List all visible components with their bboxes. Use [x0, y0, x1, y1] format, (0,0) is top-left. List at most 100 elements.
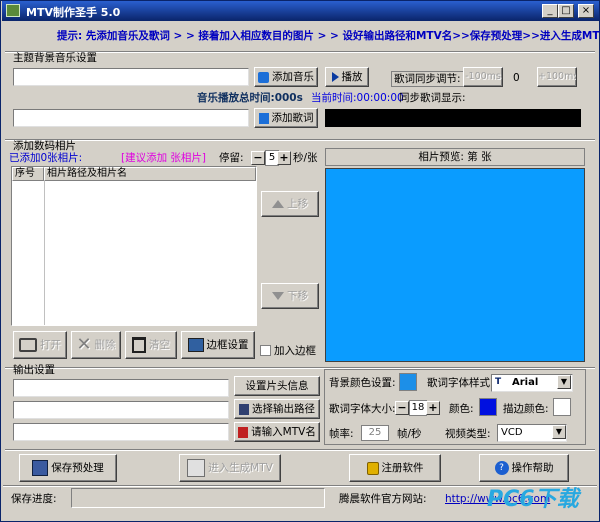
save-progress-bar	[71, 488, 325, 508]
lyric-path-field[interactable]	[13, 109, 249, 127]
font-size-decrease-button[interactable]: −	[395, 401, 409, 415]
clear-photos-button[interactable]: 清空	[125, 331, 177, 359]
add-music-label: 添加音乐	[272, 71, 314, 83]
register-label: 注册软件	[381, 462, 424, 474]
move-up-label: 上移	[287, 198, 308, 210]
column-index[interactable]: 序号	[12, 167, 44, 181]
music-section-title: 主题背景音乐设置	[13, 52, 97, 64]
choose-output-path-button[interactable]: 选择输出路径	[234, 399, 320, 419]
added-count-label: 已添加0张相片:	[9, 152, 83, 164]
play-button[interactable]: 播放	[325, 67, 369, 87]
border-color-swatch[interactable]	[553, 398, 571, 416]
fps-unit-label: 帧/秒	[397, 428, 422, 440]
up-arrow-icon	[272, 200, 284, 208]
save-preprocess-button[interactable]: 保存预处理	[19, 454, 117, 482]
stay-decrease-button[interactable]: −	[251, 151, 265, 165]
per-photo-label: 秒/张	[293, 152, 318, 164]
window-title: MTV制作圣手 5.0	[26, 6, 121, 19]
delete-icon: ✕	[76, 334, 92, 355]
minimize-button[interactable]: _	[542, 4, 558, 18]
move-up-button[interactable]: 上移	[261, 191, 319, 217]
app-icon	[6, 4, 20, 17]
workflow-hint: 提示: 先添加音乐及歌词 > > 接着加入相应数目的图片 > > 设好输出路径和…	[5, 23, 600, 49]
font-size-label: 歌词字体大小:	[329, 403, 396, 415]
frame-settings-label: 边框设置	[206, 339, 249, 351]
add-music-button[interactable]: 添加音乐	[254, 67, 318, 87]
font-style-dropdown[interactable]: ▼	[557, 375, 571, 389]
delete-label: 删除	[94, 339, 116, 351]
choose-path-label: 选择输出路径	[252, 403, 315, 415]
header-info-button[interactable]: 设置片头信息	[234, 376, 320, 396]
font-size-value[interactable]: 18	[409, 400, 427, 416]
title-bar: MTV制作圣手 5.0 _ □ ×	[2, 1, 599, 21]
lyric-plus-button[interactable]: +100ms	[537, 67, 577, 87]
add-music-icon	[258, 71, 269, 83]
total-time-label: 音乐播放总时间:000s	[197, 92, 303, 104]
mtv-name-field[interactable]	[13, 423, 229, 441]
register-button[interactable]: 注册软件	[349, 454, 441, 482]
column-path[interactable]: 相片路径及相片名	[44, 167, 256, 181]
help-label: 操作帮助	[511, 462, 554, 474]
floppy-icon	[32, 460, 49, 476]
mtv-name-icon	[238, 426, 249, 438]
music-path-field[interactable]	[13, 68, 249, 86]
move-down-button[interactable]: 下移	[261, 283, 319, 309]
preview-header: 相片预览: 第 张	[325, 148, 585, 166]
output-path-field[interactable]	[13, 401, 229, 419]
divider	[5, 139, 595, 141]
help-icon: ?	[494, 461, 509, 475]
fps-value[interactable]: 25	[361, 425, 389, 441]
open-label: 打开	[40, 339, 61, 351]
lyric-minus-button[interactable]: -100ms	[463, 67, 503, 87]
divider	[5, 449, 595, 451]
current-time-label: 当前时间:00:00:00	[311, 92, 404, 104]
header-info-field[interactable]	[13, 379, 229, 397]
watermark-logo: PC6下载	[487, 487, 579, 512]
clear-label: 清空	[149, 339, 170, 351]
move-down-label: 下移	[287, 290, 308, 302]
mtv-name-label: 请输入MTV名	[251, 426, 316, 438]
mtv-name-button[interactable]: 请输入MTV名	[234, 422, 320, 442]
lyric-file-icon	[258, 112, 269, 124]
lyric-offset: 0	[513, 72, 520, 84]
add-lyric-button[interactable]: 添加歌词	[254, 108, 318, 128]
output-section-title: 输出设置	[13, 364, 55, 376]
site-label: 腾晨软件官方网站:	[339, 493, 427, 505]
sync-display-label: 同步歌词显示:	[399, 92, 466, 104]
frame-settings-button[interactable]: 边框设置	[181, 331, 255, 359]
trash-icon	[132, 337, 146, 353]
play-label: 播放	[341, 71, 363, 83]
video-type-dropdown[interactable]: ▼	[552, 425, 566, 439]
down-arrow-icon	[272, 292, 284, 300]
truetype-icon: T	[495, 377, 502, 387]
stay-increase-button[interactable]: +	[277, 151, 291, 165]
lyric-color-label: 颜色:	[449, 403, 474, 415]
frame-icon	[187, 338, 204, 352]
photo-list[interactable]: 序号 相片路径及相片名	[11, 166, 257, 326]
lyric-color-swatch[interactable]	[479, 398, 497, 416]
font-size-increase-button[interactable]: +	[426, 401, 440, 415]
play-icon	[331, 72, 339, 82]
lyric-sync-label: 歌词同步调节:	[391, 71, 464, 87]
fps-label: 帧率:	[329, 428, 354, 440]
maximize-button[interactable]: □	[558, 4, 574, 18]
open-photo-button[interactable]: 打开	[13, 331, 67, 359]
help-button[interactable]: ? 操作帮助	[479, 454, 569, 482]
photo-preview	[325, 168, 585, 362]
bg-color-label: 背景颜色设置:	[329, 377, 396, 389]
stay-label: 停留:	[219, 152, 244, 164]
column-divider	[44, 181, 45, 325]
font-style-label: 歌词字体样式:	[427, 377, 494, 389]
bg-color-swatch[interactable]	[399, 373, 417, 391]
generate-mtv-label: 进入生成MTV	[208, 462, 273, 474]
add-frame-label: 加入边框	[274, 345, 316, 357]
add-frame-checkbox[interactable]	[260, 345, 271, 356]
add-lyric-label: 添加歌词	[271, 112, 314, 124]
save-preprocess-label: 保存预处理	[51, 462, 104, 474]
mtv-icon	[187, 459, 206, 477]
delete-photo-button[interactable]: ✕ 删除	[71, 331, 121, 359]
close-button[interactable]: ×	[578, 4, 594, 18]
lock-icon	[366, 461, 379, 475]
generate-mtv-button[interactable]: 进入生成MTV	[179, 454, 281, 482]
border-color-label: 描边颜色:	[503, 403, 549, 415]
